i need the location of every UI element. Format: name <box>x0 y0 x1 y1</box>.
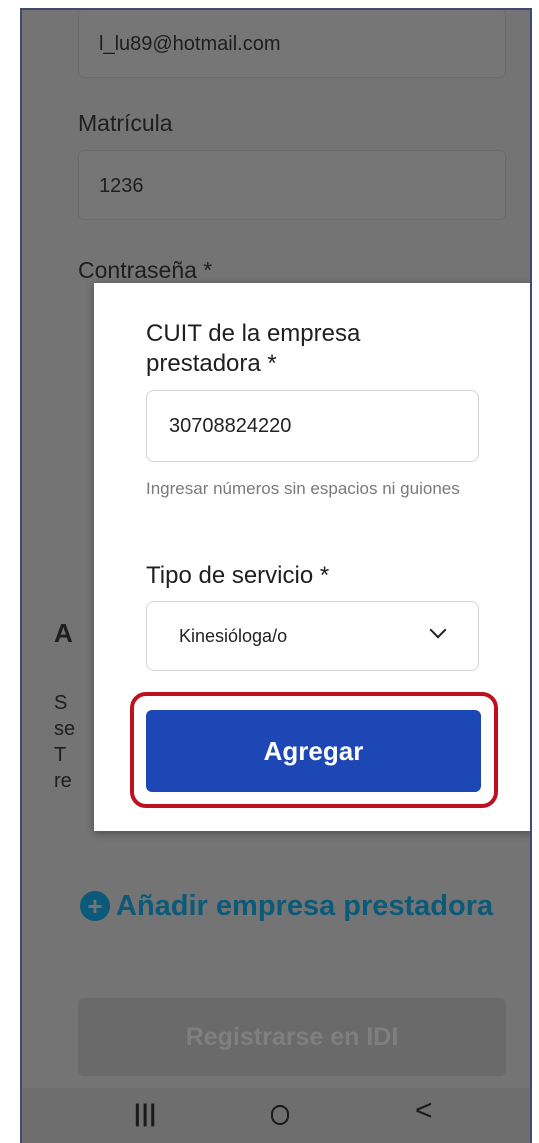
add-company-label: Añadir empresa prestadora <box>116 889 494 922</box>
add-button[interactable]: Agregar <box>146 710 481 792</box>
chevron-down-icon <box>429 621 447 639</box>
recents-icon[interactable]: ||| <box>134 1100 157 1128</box>
service-type-value: Kinesióloga/o <box>179 626 288 646</box>
section-text-line: S <box>54 692 68 714</box>
add-company-link[interactable]: + Añadir empresa prestadora <box>80 886 493 926</box>
section-heading-partial: A <box>54 618 73 648</box>
back-icon[interactable]: < <box>415 1094 433 1128</box>
cuit-input[interactable]: 30708824220 <box>146 390 479 462</box>
phone-screen: l_lu89@hotmail.com Matrícula 1236 Contra… <box>20 8 532 1143</box>
home-icon[interactable] <box>271 1105 289 1125</box>
cuit-hint: Ingresar números sin espacios ni guiones <box>146 479 460 498</box>
register-button[interactable]: Registrarse en IDI <box>78 998 506 1076</box>
service-type-select[interactable]: Kinesióloga/o <box>146 601 479 671</box>
password-label: Contraseña * <box>78 257 213 283</box>
service-type-label: Tipo de servicio * <box>146 562 330 589</box>
cuit-label: CUIT de la empresa prestadora * <box>146 320 361 377</box>
matricula-field[interactable]: 1236 <box>78 150 506 220</box>
add-company-dialog: CUIT de la empresa prestadora * 30708824… <box>94 283 530 831</box>
matricula-label: Matrícula <box>78 110 173 136</box>
section-text-line: T <box>54 744 67 766</box>
plus-circle-icon: + <box>80 891 110 921</box>
section-text-line: se <box>54 718 76 740</box>
email-field[interactable]: l_lu89@hotmail.com <box>78 10 506 78</box>
android-nav-bar: ||| < <box>22 1088 530 1143</box>
section-text-line: re <box>54 770 72 792</box>
